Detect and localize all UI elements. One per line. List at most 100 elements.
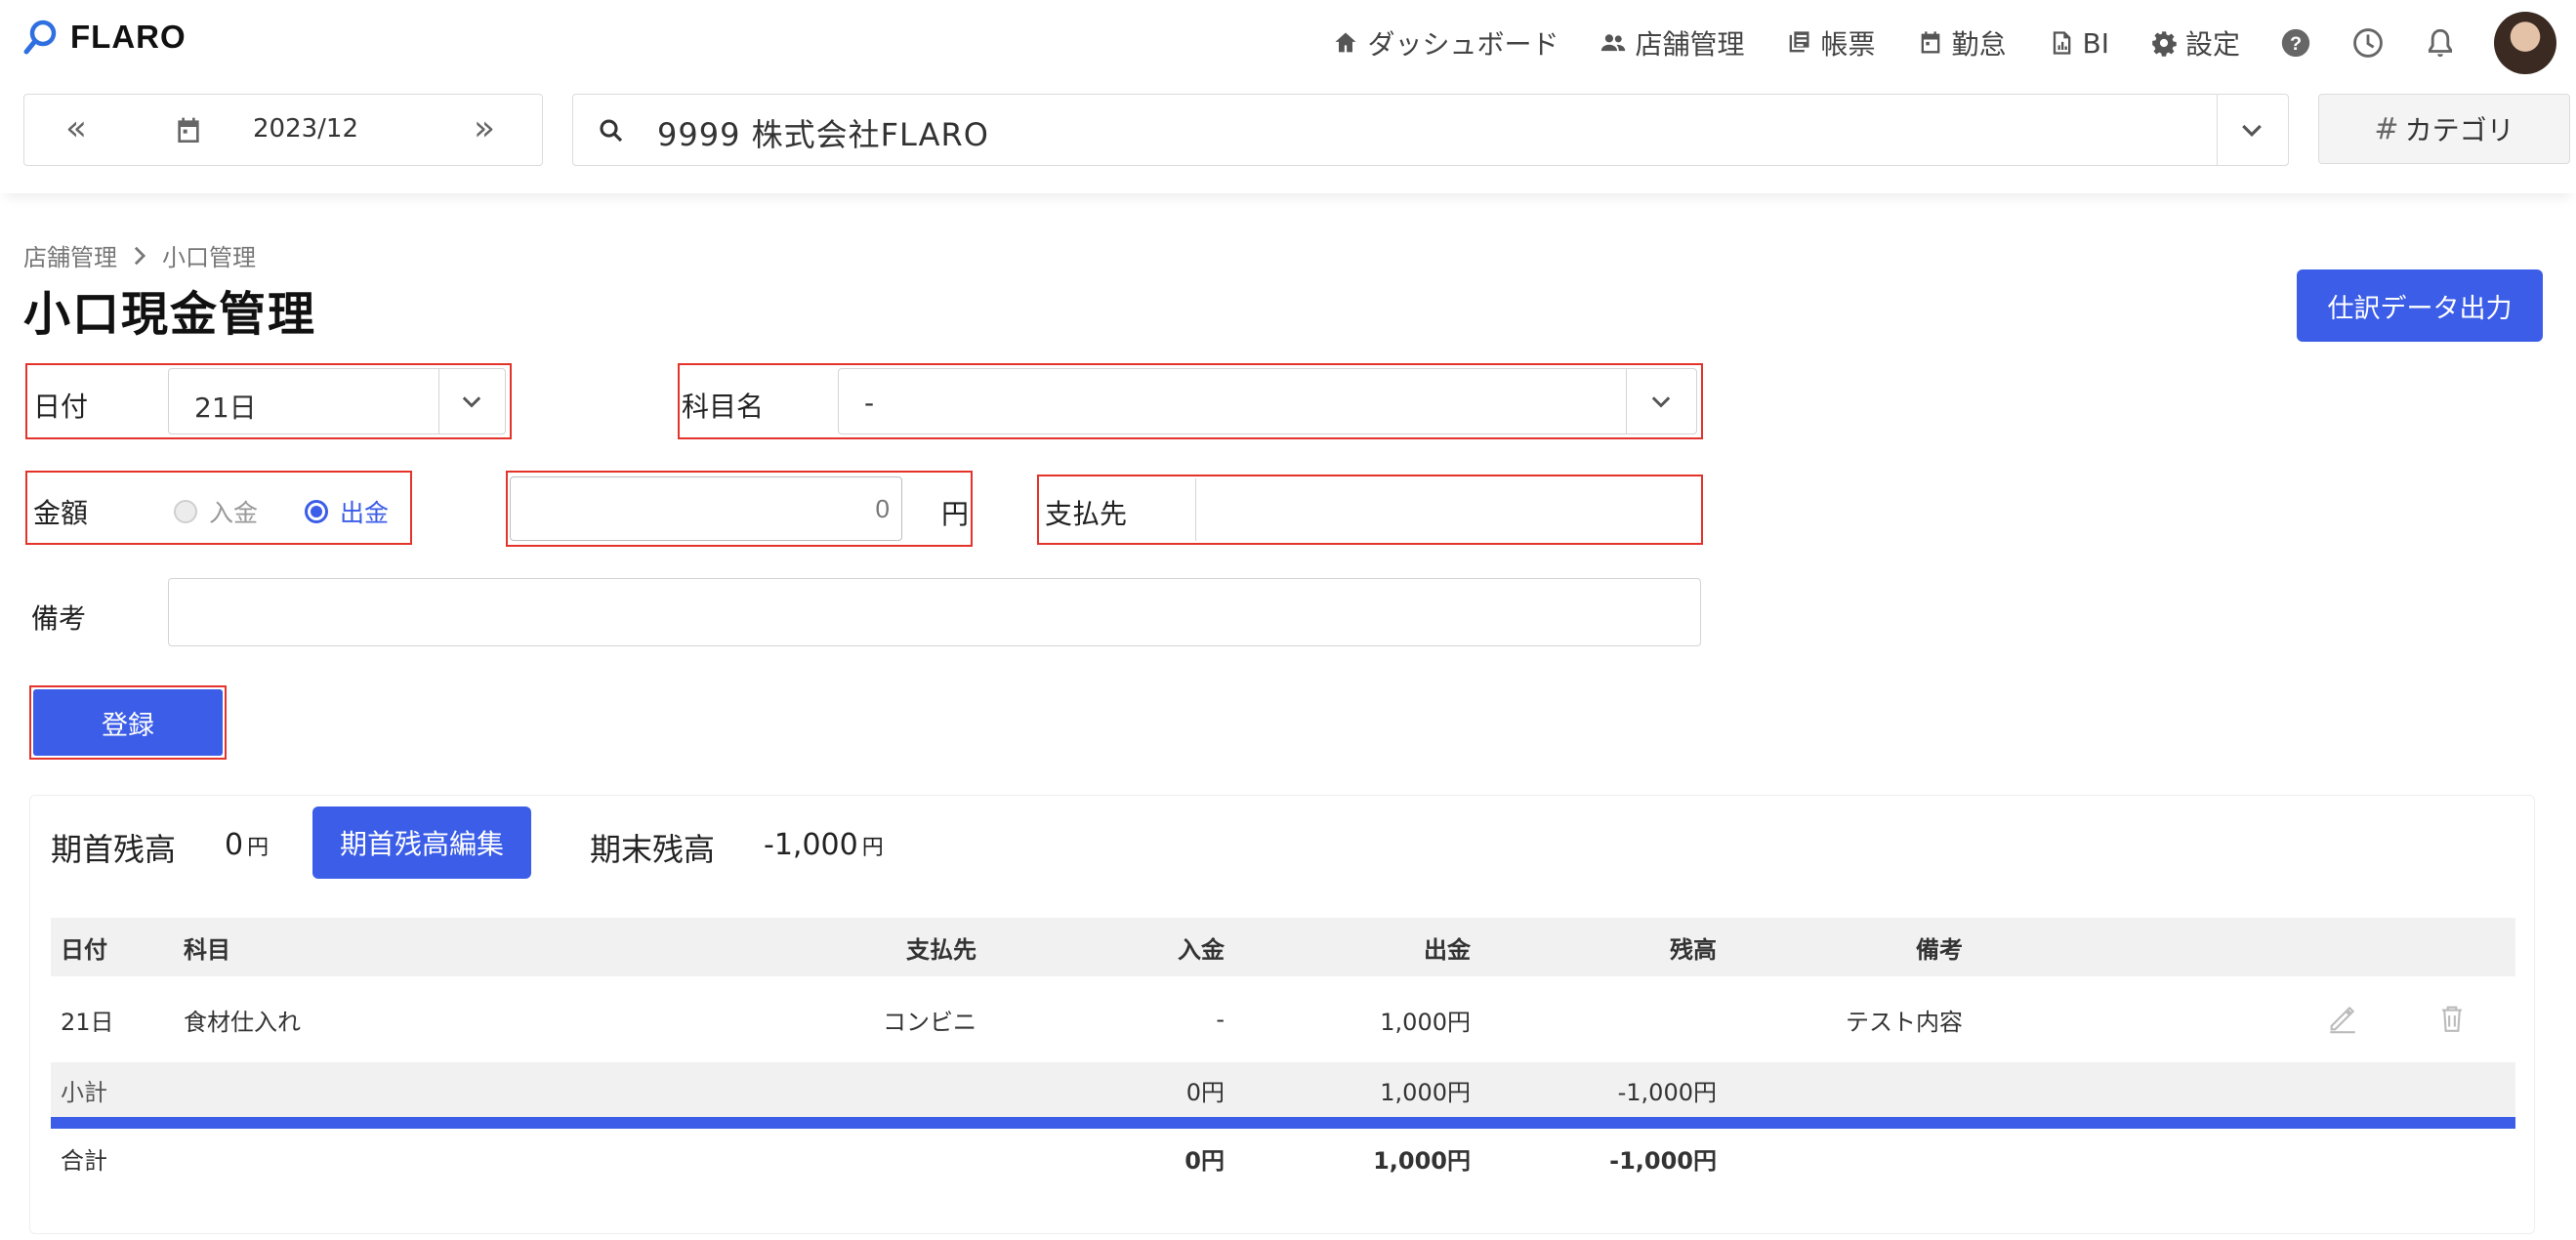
opening-balance-label: 期首残高	[51, 831, 177, 868]
nav-attendance-label: 勤怠	[1951, 28, 2007, 61]
date-select[interactable]: 21日	[168, 368, 506, 434]
nav-settings[interactable]: 設定	[2150, 23, 2240, 62]
header-memo: 備考	[1916, 935, 1963, 964]
next-month-icon[interactable]: »	[474, 108, 495, 148]
svg-text:?: ?	[2290, 33, 2302, 55]
nav-settings-label: 設定	[2184, 28, 2240, 61]
current-month[interactable]: 2023/12	[253, 114, 358, 144]
logo-search-icon	[23, 20, 57, 55]
gear-icon	[2152, 31, 2177, 57]
header-deposit: 入金	[1178, 935, 1225, 964]
payee-input[interactable]	[1195, 478, 1699, 541]
radio-withdrawal[interactable]: 出金	[305, 494, 389, 529]
chart-icon	[2053, 31, 2070, 55]
total-label: 合計	[61, 1146, 107, 1175]
nav-attendance[interactable]: 勤怠	[1917, 23, 2007, 62]
register-button[interactable]: 登録	[33, 689, 223, 756]
total-deposit: 0円	[1184, 1146, 1225, 1175]
bell-icon	[2428, 28, 2453, 58]
logo-text: FLARO	[70, 19, 187, 55]
chevron-down-icon[interactable]	[2237, 116, 2266, 145]
closing-balance-value: -1,000	[764, 828, 858, 862]
calendar-icon[interactable]	[173, 114, 204, 147]
subtotal-balance: -1,000円	[1617, 1078, 1717, 1106]
subject-select[interactable]: -	[838, 368, 1697, 434]
nav-reports[interactable]: 帳票	[1785, 23, 1876, 62]
row-memo: テスト内容	[1846, 1008, 1963, 1036]
subject-label: 科目名	[682, 391, 765, 423]
row-deposit: -	[1216, 1006, 1225, 1033]
subtotal-row: 小計 0円 1,000円 -1,000円	[51, 1062, 2515, 1117]
company-name: 9999 株式会社FLARO	[657, 116, 989, 153]
toolbar: « 2023/12 » 9999 株式会社FLARO # カテゴリ	[0, 84, 2576, 193]
total-withdrawal: 1,000円	[1373, 1146, 1471, 1175]
breadcrumb-current: 小口管理	[162, 244, 256, 271]
nav-store-management[interactable]: 店舗管理	[1600, 23, 1744, 62]
radio-withdrawal-label: 出金	[340, 499, 390, 527]
amount-input[interactable]	[510, 476, 902, 541]
radio-deposit-dot	[174, 500, 197, 523]
payee-label: 支払先	[1045, 498, 1128, 530]
radio-deposit[interactable]: 入金	[174, 494, 258, 529]
header-date: 日付	[61, 935, 107, 964]
yen-unit: 円	[941, 498, 970, 530]
delete-trash-icon[interactable]	[2435, 1002, 2469, 1035]
amount-label: 金額	[33, 497, 89, 529]
document-icon	[1790, 31, 1809, 53]
radio-deposit-label: 入金	[209, 499, 259, 527]
nav-dashboard-label: ダッシュボード	[1367, 28, 1559, 61]
header-balance: 残高	[1670, 935, 1717, 964]
category-label: カテゴリ	[2404, 114, 2514, 146]
notification-button[interactable]	[2424, 26, 2457, 60]
memo-label: 備考	[31, 602, 87, 635]
nav-bi-label: BI	[2082, 26, 2109, 60]
home-icon	[1335, 32, 1356, 53]
company-selector[interactable]: 9999 株式会社FLARO	[572, 94, 2289, 166]
month-selector: « 2023/12 »	[23, 94, 543, 166]
total-balance: -1,000円	[1609, 1146, 1717, 1175]
header-payee: 支払先	[906, 935, 976, 964]
opening-balance: 0円	[225, 828, 269, 862]
export-journal-button[interactable]: 仕訳データ出力	[2297, 269, 2543, 342]
table-header: 日付 科目 支払先 入金 出金 残高 備考	[51, 918, 2515, 976]
subtotal-label: 小計	[61, 1078, 107, 1106]
breadcrumb-parent[interactable]: 店舗管理	[23, 238, 117, 272]
date-label: 日付	[33, 391, 89, 423]
subtotal-deposit: 0円	[1185, 1078, 1225, 1106]
main-nav: ダッシュボード 店舗管理 帳票 勤怠 BI 設定 ?	[1291, 12, 2556, 74]
previous-month-icon[interactable]: «	[65, 108, 87, 148]
row-withdrawal: 1,000円	[1380, 1008, 1471, 1036]
table-row: 21日 食材仕入れ コンビニ - 1,000円 テスト内容	[51, 976, 2515, 1062]
closing-balance-unit: 円	[861, 836, 884, 860]
total-divider	[51, 1117, 2515, 1129]
hash-icon: #	[2374, 111, 2399, 146]
divider	[2217, 95, 2218, 165]
chevron-down-icon	[462, 396, 481, 408]
help-icon: ?	[2281, 28, 2310, 58]
closing-balance: -1,000 円	[764, 828, 884, 862]
history-button[interactable]	[2351, 26, 2385, 60]
opening-balance-value: 0	[225, 828, 244, 862]
user-avatar[interactable]	[2494, 12, 2556, 74]
calendar-icon	[1921, 31, 1939, 54]
category-button[interactable]: # カテゴリ	[2318, 94, 2570, 164]
divider	[438, 369, 439, 434]
help-button[interactable]: ?	[2279, 26, 2312, 60]
breadcrumb: 店舗管理 小口管理	[23, 238, 256, 272]
subject-value: -	[864, 387, 875, 419]
memo-input[interactable]	[168, 578, 1701, 646]
clock-icon	[2353, 28, 2383, 58]
date-value: 21日	[194, 392, 257, 424]
edit-opening-balance-button[interactable]: 期首残高編集	[312, 806, 531, 879]
closing-balance-label: 期末残高	[590, 831, 716, 868]
nav-reports-label: 帳票	[1820, 28, 1876, 61]
edit-pencil-icon[interactable]	[2326, 1002, 2359, 1035]
people-icon	[1601, 34, 1626, 52]
divider	[1626, 369, 1627, 434]
nav-dashboard[interactable]: ダッシュボード	[1332, 23, 1558, 62]
flaro-logo[interactable]: FLARO	[21, 16, 187, 59]
opening-balance-unit: 円	[247, 836, 270, 860]
nav-bi[interactable]: BI	[2048, 27, 2109, 60]
radio-withdrawal-dot	[305, 500, 329, 523]
header-withdrawal: 出金	[1424, 935, 1471, 964]
